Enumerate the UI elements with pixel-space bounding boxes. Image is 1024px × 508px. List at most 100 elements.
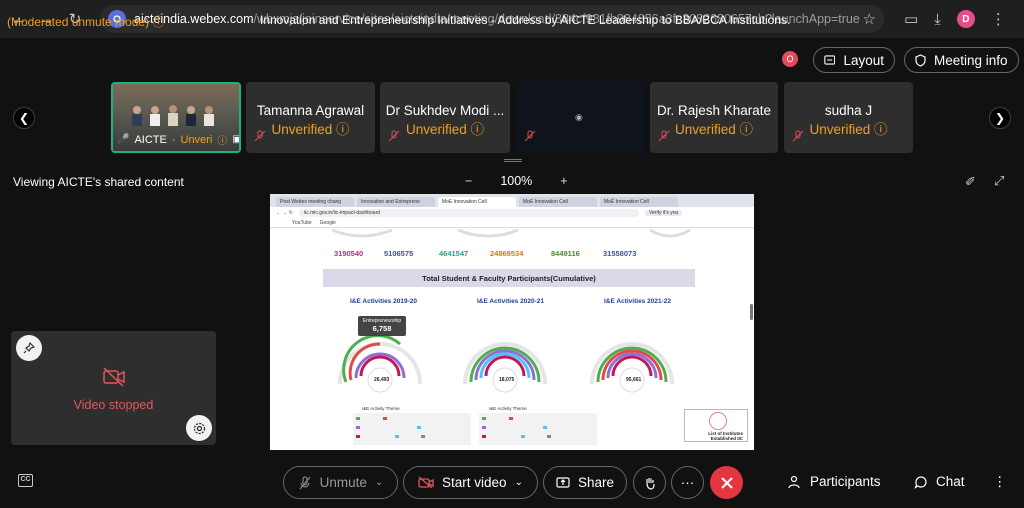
inner-bookmarks: YouTube Google bbox=[270, 218, 754, 228]
stat-number: 4641547 bbox=[439, 249, 469, 258]
stat-number: 5106575 bbox=[384, 249, 414, 258]
logo-icon bbox=[709, 412, 727, 430]
participant-tile-sudha[interactable]: sudha J Unverified ⓘ bbox=[784, 82, 913, 153]
gear-icon[interactable] bbox=[186, 415, 212, 441]
gauge-title: I&E Activities 2020-21 bbox=[477, 298, 544, 305]
download-icon[interactable]: ⤓ bbox=[934, 11, 941, 28]
screen-share-icon: ▣ bbox=[232, 134, 241, 145]
moderated-mode-label[interactable]: (Moderated unmute mode) ⓘ bbox=[7, 13, 164, 30]
recording-badge: O bbox=[782, 51, 798, 67]
end-call-button[interactable] bbox=[710, 466, 743, 499]
chat-button[interactable]: Chat bbox=[914, 474, 965, 489]
overflow-menu-icon[interactable]: ⋮ bbox=[993, 474, 1007, 490]
stat-number: 3190540 bbox=[334, 249, 364, 258]
participant-tile-tamanna[interactable]: Tamanna Agrawal Unverified ⓘ bbox=[246, 82, 375, 153]
gauge-legend bbox=[479, 413, 597, 445]
inner-url: iic.mic.gov.in/iic-impact-dashboard bbox=[298, 208, 639, 217]
mic-muted-icon: 🎤 bbox=[117, 134, 130, 145]
video-off-icon bbox=[102, 367, 126, 392]
shared-content[interactable]: Post Webex meeting chang Innovation and … bbox=[270, 194, 754, 450]
stat-number: 31558073 bbox=[603, 249, 637, 258]
browser-menu-icon[interactable]: ⋮ bbox=[991, 10, 1006, 28]
gauge-2021 bbox=[582, 314, 682, 409]
meeting-title: Innovation and Entrepreneurship Initiati… bbox=[260, 13, 791, 27]
meeting-info-button[interactable]: Meeting info bbox=[904, 47, 1019, 73]
zoom-in-button[interactable]: + bbox=[560, 174, 567, 188]
unverified-icon: ⓘ bbox=[336, 122, 350, 137]
inner-verify-label: Verify it's you bbox=[644, 209, 683, 216]
inner-scrollbar[interactable] bbox=[750, 304, 753, 320]
participants-banner: Total Student & Faculty Participants(Cum… bbox=[323, 269, 695, 287]
gauge-title: I&E Activities 2019-20 bbox=[350, 298, 417, 305]
close-icon bbox=[720, 476, 733, 489]
annotate-icon[interactable]: ✐ bbox=[965, 174, 976, 190]
share-button[interactable]: Share bbox=[543, 466, 627, 499]
person-icon bbox=[788, 475, 800, 488]
unverified-icon: ⓘ bbox=[874, 122, 888, 137]
participant-name: sudha J bbox=[824, 103, 873, 118]
separator: · bbox=[171, 133, 176, 146]
viewing-shared-label: Viewing AICTE's shared content bbox=[13, 175, 184, 189]
inner-tab: MoE Innovation Cell bbox=[600, 197, 678, 207]
unmute-button[interactable]: Unmute ⌄ bbox=[283, 466, 398, 499]
participant-tile-rajesh[interactable]: Dr. Rajesh Kharate Unverified ⓘ bbox=[650, 82, 778, 153]
zoom-level: 100% bbox=[500, 174, 533, 188]
start-video-button[interactable]: Start video ⌄ bbox=[403, 466, 538, 499]
strip-resize-handle[interactable] bbox=[504, 159, 522, 162]
extensions-icon[interactable]: ▭ bbox=[904, 10, 918, 28]
gauge-legend bbox=[353, 413, 471, 445]
strip-prev-button[interactable]: ❮ bbox=[13, 107, 35, 129]
raise-hand-button[interactable] bbox=[633, 466, 666, 499]
inner-tab: MoE Innovation Cell bbox=[438, 197, 516, 207]
participant-name: Dr. Rajesh Kharate bbox=[656, 103, 772, 118]
inner-bookmark: YouTube bbox=[292, 219, 312, 226]
stat-number: 24869534 bbox=[490, 249, 524, 258]
gauge-center: 18,075 bbox=[499, 377, 515, 383]
participants-button[interactable]: Participants bbox=[788, 474, 881, 489]
strip-next-button[interactable]: ❯ bbox=[989, 107, 1011, 129]
start-video-label: Start video bbox=[442, 475, 507, 490]
inner-tab: MoE Innovation Cell bbox=[519, 197, 597, 207]
chevron-down-icon[interactable]: ⌄ bbox=[515, 477, 523, 488]
inner-tab: Post Webex meeting chang bbox=[276, 197, 354, 207]
pin-icon[interactable] bbox=[16, 335, 42, 361]
share-screen-icon bbox=[556, 477, 570, 488]
gauge-center: 95,661 bbox=[626, 377, 642, 383]
bookmark-star-icon[interactable]: ☆ bbox=[863, 10, 876, 28]
fullscreen-icon[interactable]: ⤢ bbox=[994, 173, 1004, 189]
chevron-down-icon[interactable]: ⌄ bbox=[375, 477, 383, 488]
gauge-center: 26,493 bbox=[374, 377, 390, 383]
participant-name: Tamanna Agrawal bbox=[256, 103, 365, 118]
unverified-icon: ⓘ bbox=[470, 122, 485, 137]
mic-muted-icon bbox=[524, 129, 536, 147]
unmute-label: Unmute bbox=[319, 475, 367, 490]
mic-muted-icon bbox=[254, 129, 266, 147]
layout-icon bbox=[824, 55, 836, 65]
participant-name: AICTE bbox=[134, 133, 167, 146]
closed-captions-icon[interactable]: CC bbox=[18, 474, 33, 487]
profile-avatar[interactable]: D bbox=[956, 10, 975, 28]
more-options-button[interactable]: ··· bbox=[671, 466, 704, 499]
top-arcs bbox=[270, 228, 754, 244]
zoom-out-button[interactable]: − bbox=[465, 174, 472, 188]
inner-address-row: ← → ↻ iic.mic.gov.in/iic-impact-dashboar… bbox=[270, 207, 754, 218]
more-icon: ··· bbox=[680, 475, 695, 490]
gauge-sublabel: I&E Activity Theme bbox=[489, 406, 527, 411]
list-institutes-badge[interactable]: List of Institutes Established IIC bbox=[684, 409, 748, 442]
shield-icon bbox=[915, 53, 926, 67]
badge-line: Established IIC bbox=[710, 436, 743, 441]
video-camera-icon: ◉ bbox=[575, 112, 583, 122]
video-stopped-label: Video stopped bbox=[73, 398, 154, 412]
participant-tile-video[interactable]: ◉ bbox=[516, 82, 646, 153]
participant-tile-sukhdev[interactable]: Dr Sukhdev Modi ... Unverified ⓘ bbox=[380, 82, 510, 153]
video-off-icon bbox=[418, 476, 434, 489]
mic-muted-icon bbox=[792, 129, 804, 147]
video-people bbox=[127, 102, 227, 126]
tooltip-value: 6,758 bbox=[372, 324, 392, 333]
unverified-icon: ⓘ bbox=[217, 136, 228, 147]
gauge-tooltip: Entrepreneurship 6,758 bbox=[358, 316, 406, 336]
participant-tile-aicte[interactable]: 🎤 AICTE · Unveri ⓘ ▣ bbox=[111, 82, 241, 153]
layout-button[interactable]: Layout bbox=[813, 47, 895, 73]
inner-tab: Innovation and Entreprene bbox=[357, 197, 435, 207]
inner-bookmark: Google bbox=[319, 219, 336, 226]
